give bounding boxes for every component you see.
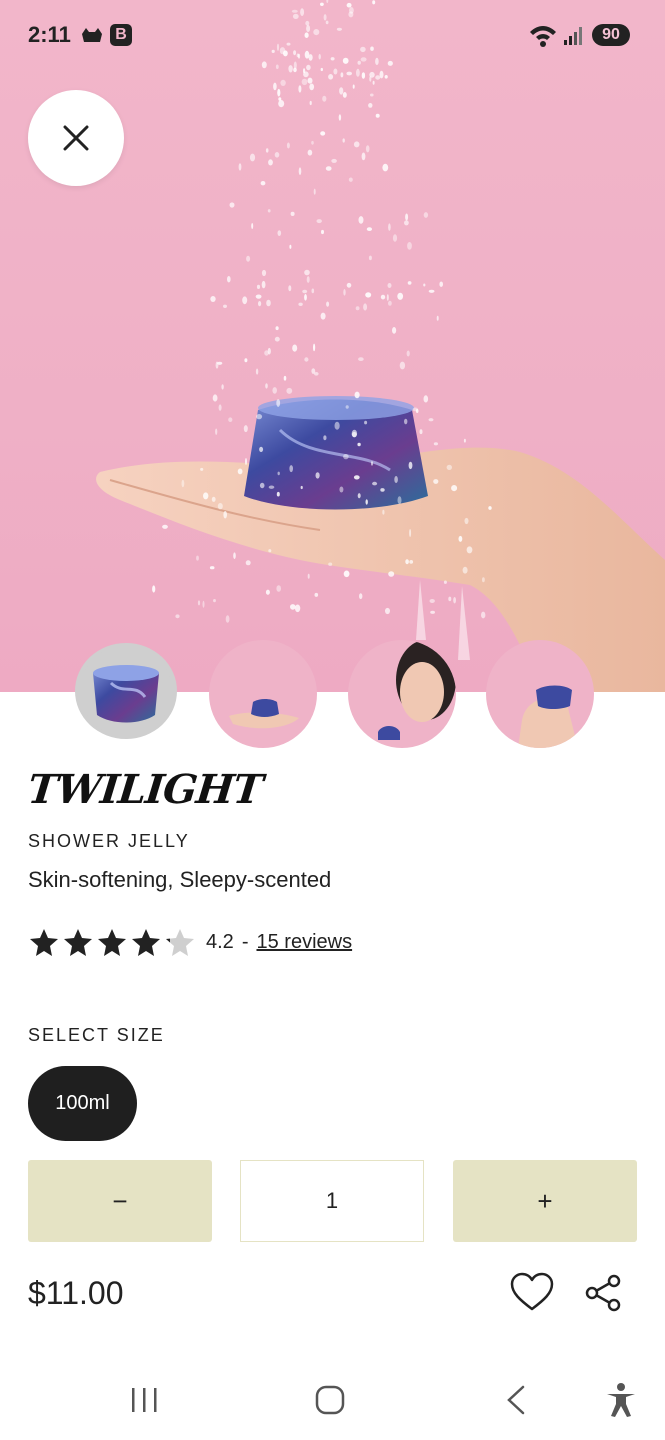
- status-time: 2:11: [28, 22, 71, 47]
- thumbnail-model-image: [378, 640, 456, 740]
- thumbnail-4[interactable]: [486, 640, 594, 748]
- rating-separator: -: [241, 930, 249, 953]
- product-category: SHOWER JELLY: [28, 831, 190, 851]
- product-title: TWILIGHT: [25, 766, 265, 813]
- heart-icon[interactable]: [510, 1272, 554, 1312]
- signal-icon: [564, 27, 582, 45]
- home-icon[interactable]: [314, 1384, 346, 1416]
- quantity-increase-button[interactable]: +: [453, 1160, 637, 1242]
- star-icon: [98, 929, 126, 956]
- product-price: $11.00: [28, 1275, 124, 1311]
- wifi-icon: [530, 26, 556, 47]
- accessibility-icon[interactable]: [604, 1382, 638, 1418]
- thumbnail-hold-image: [518, 685, 578, 748]
- recent-apps-icon[interactable]: [128, 1384, 160, 1414]
- thumbnail-jelly-image: [80, 645, 172, 737]
- b-badge-icon: B: [110, 24, 132, 46]
- close-button[interactable]: [28, 90, 124, 186]
- system-nav-bar: [0, 1360, 665, 1440]
- battery-indicator: 90: [592, 24, 630, 46]
- thumbnail-2[interactable]: [209, 640, 317, 748]
- size-option-100ml[interactable]: 100ml: [28, 1066, 137, 1141]
- quantity-input[interactable]: 1: [240, 1160, 424, 1242]
- status-bar: 2:11 B 90: [0, 0, 665, 70]
- thumbnail-1[interactable]: [75, 643, 177, 739]
- close-icon: [63, 125, 89, 151]
- notification-icon: [82, 28, 102, 42]
- share-icon[interactable]: [584, 1274, 622, 1312]
- reviews-link[interactable]: 15 reviews: [256, 931, 352, 954]
- star-icon: [30, 929, 58, 956]
- thumbnail-hand-image: [229, 699, 299, 729]
- back-icon[interactable]: [503, 1384, 529, 1416]
- quantity-decrease-button[interactable]: −: [28, 1160, 212, 1242]
- star-icon: [132, 929, 160, 956]
- star-partial-icon: [166, 929, 194, 956]
- rating-row: 4.2 - 15 reviews: [28, 926, 352, 958]
- star-icon: [64, 929, 92, 956]
- product-tagline: Skin-softening, Sleepy-scented: [28, 867, 332, 892]
- select-size-label: SELECT SIZE: [28, 1025, 165, 1045]
- rating-value: 4.2: [206, 930, 234, 953]
- thumbnail-3[interactable]: [348, 640, 456, 748]
